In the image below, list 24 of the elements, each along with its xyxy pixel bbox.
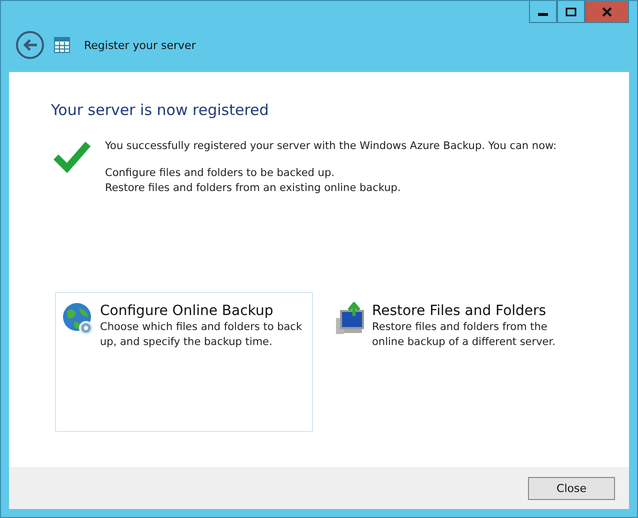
close-button[interactable] xyxy=(585,1,629,23)
option-summary: Restore files and folders from an existing online backup. xyxy=(105,181,402,196)
window-title: Register your server xyxy=(84,38,196,52)
option-description: Choose which files and folders to back up, and specify the backup time. xyxy=(100,320,304,350)
back-arrow-icon xyxy=(22,38,38,52)
close-dialog-button[interactable]: Close xyxy=(528,476,615,500)
maximize-icon xyxy=(565,6,577,16)
close-icon xyxy=(601,6,613,16)
checkmark-icon xyxy=(53,139,91,173)
option-card[interactable]: Configure Online Backup Choose which files and folders to back up, and specify the backup time. xyxy=(55,292,313,432)
option-description: Restore files and folders from the online backup of a different server. xyxy=(372,320,556,350)
success-message: You successfully registered your server with the Windows Azure Backup. You can now: xyxy=(105,139,557,154)
option-title: Restore Files and Folders xyxy=(372,302,548,320)
option-summary: Configure files and folders to be backed up. xyxy=(105,166,336,181)
maximize-button[interactable] xyxy=(557,1,585,23)
minimize-icon xyxy=(538,13,548,16)
page-heading: Your server is now registered xyxy=(51,101,270,119)
table-icon xyxy=(54,37,70,53)
option-card[interactable]: Restore Files and Folders Restore files and folders from the online backup of a different server. xyxy=(327,292,585,432)
minimize-button[interactable] xyxy=(529,1,557,23)
back-button[interactable] xyxy=(16,31,44,59)
option-title: Configure Online Backup xyxy=(100,302,274,320)
monitor-upload-icon xyxy=(334,302,366,336)
globe-gear-icon xyxy=(62,302,94,336)
